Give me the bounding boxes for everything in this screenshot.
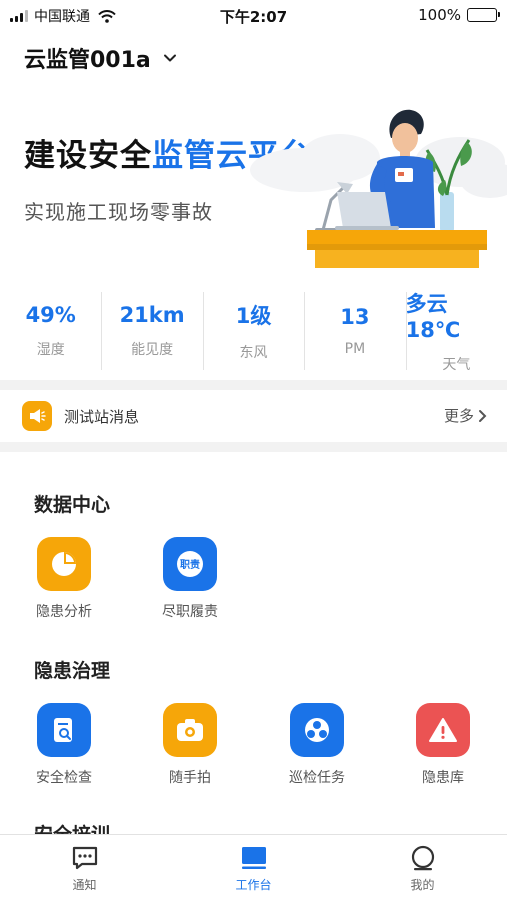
app-label: 隐患库 bbox=[422, 770, 464, 786]
tab-notice[interactable]: 通知 bbox=[0, 835, 169, 900]
weather-label: 天气 bbox=[442, 357, 471, 373]
weather-visibility: 21km 能见度 bbox=[101, 290, 202, 372]
duty-icon-text: 职责 bbox=[180, 558, 200, 571]
chevron-right-icon bbox=[479, 409, 487, 422]
hazard-library-button[interactable]: 隐患库 bbox=[393, 703, 493, 787]
weather-label: 东风 bbox=[239, 345, 268, 361]
project-name: 云监管001a bbox=[24, 48, 151, 73]
weather-label: PM bbox=[344, 341, 366, 357]
banner-subtitle: 实现施工现场零事故 bbox=[24, 200, 213, 224]
weather-label: 湿度 bbox=[36, 342, 65, 358]
tab-bar: 通知 工作台 我的 bbox=[0, 834, 507, 900]
app-label: 随手拍 bbox=[169, 770, 211, 786]
weather-value: 13 bbox=[340, 305, 370, 329]
weather-condition: 多云 18℃ 天气 bbox=[405, 290, 507, 373]
snapshot-button[interactable]: 随手拍 bbox=[140, 703, 240, 787]
more-link[interactable]: 更多 bbox=[444, 405, 487, 426]
battery-percent: 100% bbox=[418, 6, 461, 24]
more-label: 更多 bbox=[443, 407, 474, 425]
chevron-down-icon bbox=[163, 54, 176, 62]
hazard-analysis-button[interactable]: 隐患分析 bbox=[14, 537, 114, 621]
app-label: 巡检任务 bbox=[289, 770, 345, 786]
worker-at-desk-illustration bbox=[250, 109, 507, 268]
weather-value: 49% bbox=[25, 303, 76, 327]
duty-button[interactable]: 职责 尽职履责 bbox=[140, 537, 240, 621]
patrol-task-button[interactable]: 巡检任务 bbox=[267, 703, 367, 787]
weather-panel: 49% 湿度 21km 能见度 1级 东风 13 PM 多云 18℃ 天气 bbox=[0, 290, 507, 373]
inspection-icon bbox=[37, 703, 91, 757]
patrol-icon bbox=[290, 703, 344, 757]
duty-icon: 职责 bbox=[163, 537, 217, 591]
weather-pm: 13 PM bbox=[304, 290, 405, 372]
weather-value: 1级 bbox=[235, 304, 272, 328]
notice-text: 测试站消息 bbox=[64, 407, 140, 426]
tab-label: 我的 bbox=[410, 878, 435, 892]
tab-label: 工作台 bbox=[235, 878, 272, 892]
tab-label: 通知 bbox=[72, 878, 97, 892]
tab-profile[interactable]: 我的 bbox=[338, 835, 507, 900]
weather-humidity: 49% 湿度 bbox=[0, 290, 101, 372]
project-switcher[interactable]: 云监管001a bbox=[24, 42, 177, 74]
megaphone-icon bbox=[22, 401, 52, 431]
app-label: 尽职履责 bbox=[162, 604, 218, 620]
weather-label: 能见度 bbox=[131, 342, 174, 358]
battery-icon bbox=[467, 8, 500, 22]
status-right: 100% bbox=[418, 6, 500, 24]
notice-bar[interactable]: 测试站消息 更多 bbox=[0, 391, 507, 441]
weather-value: 多云 18℃ bbox=[405, 292, 461, 342]
pie-chart-icon bbox=[37, 537, 91, 591]
profile-icon bbox=[411, 845, 434, 871]
section-title-hazard: 隐患治理 bbox=[34, 660, 111, 682]
banner-title-main: 建设安全 bbox=[24, 138, 152, 174]
workbench-icon bbox=[241, 847, 266, 869]
camera-icon bbox=[163, 703, 217, 757]
app-label: 隐患分析 bbox=[36, 604, 92, 620]
tab-workbench[interactable]: 工作台 bbox=[169, 835, 338, 900]
section-divider bbox=[0, 380, 507, 390]
status-bar: 中国联通 下午2:07 100% bbox=[0, 0, 507, 30]
safety-check-button[interactable]: 安全检查 bbox=[14, 703, 114, 787]
section-divider bbox=[0, 442, 507, 452]
app-label: 安全检查 bbox=[36, 770, 92, 786]
weather-value: 21km bbox=[119, 303, 185, 327]
section-title-data-center: 数据中心 bbox=[34, 494, 111, 516]
message-icon bbox=[72, 846, 97, 870]
warning-icon bbox=[416, 703, 470, 757]
weather-wind: 1级 东风 bbox=[202, 290, 304, 372]
